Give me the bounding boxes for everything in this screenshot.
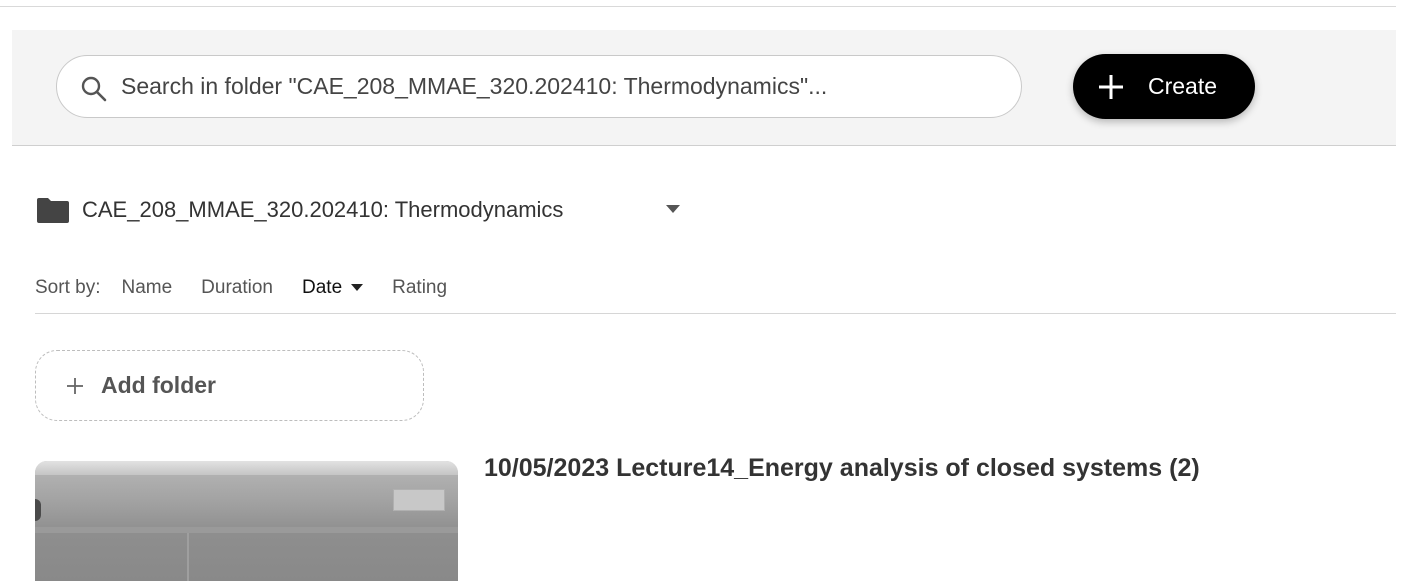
search-input[interactable] <box>121 56 1001 117</box>
folder-selector[interactable]: CAE_208_MMAE_320.202410: Thermodynamics <box>36 192 563 228</box>
create-button[interactable]: Create <box>1073 54 1255 119</box>
chevron-down-icon[interactable] <box>666 205 680 214</box>
sort-option-duration[interactable]: Duration <box>201 277 273 299</box>
sort-option-date-label: Date <box>302 277 343 298</box>
sort-label: Sort by: <box>35 277 101 298</box>
search-toolbar: Create <box>12 30 1396 146</box>
add-folder-label: Add folder <box>101 372 216 398</box>
folder-icon <box>37 197 69 223</box>
divider <box>0 6 1396 7</box>
video-thumbnail[interactable] <box>35 461 458 581</box>
divider <box>35 313 1396 314</box>
create-button-label: Create <box>1148 73 1218 99</box>
plus-icon <box>67 377 83 394</box>
search-icon <box>81 76 107 102</box>
folder-name: CAE_208_MMAE_320.202410: Thermodynamics <box>82 197 564 222</box>
sort-option-date[interactable]: Date <box>302 277 364 299</box>
caret-down-icon <box>351 284 364 291</box>
add-folder-button[interactable]: Add folder <box>35 350 424 421</box>
sort-bar: Sort by: Name Duration Date Rating <box>35 274 476 302</box>
video-title[interactable]: 10/05/2023 Lecture14_Energy analysis of … <box>484 454 1200 483</box>
plus-icon <box>1099 74 1123 99</box>
search-box[interactable] <box>56 55 1022 118</box>
sort-option-name[interactable]: Name <box>121 277 172 299</box>
sort-option-rating[interactable]: Rating <box>392 277 447 299</box>
folder-view-page: Create CAE_208_MMAE_320.202410: Thermody… <box>0 0 1405 581</box>
